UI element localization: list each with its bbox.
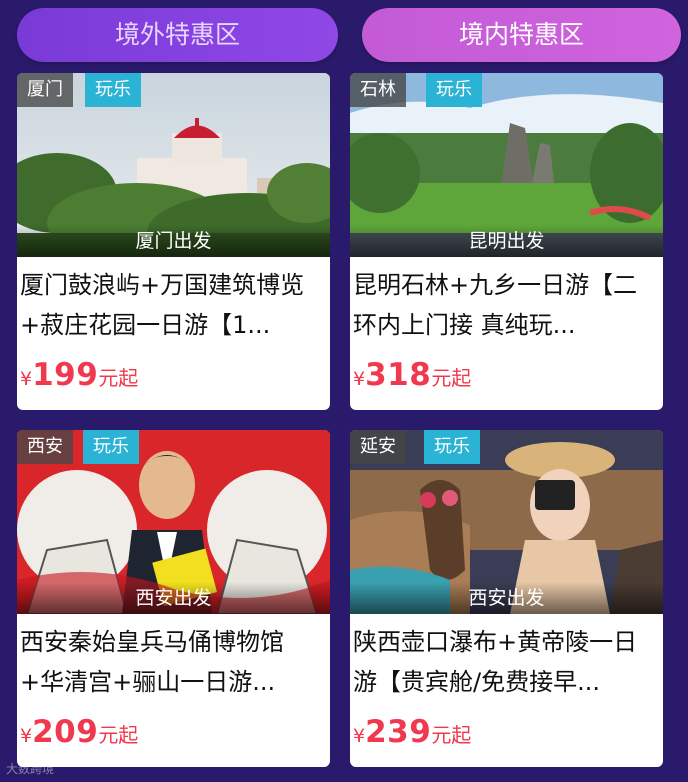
- watermark: 大数跨境: [6, 762, 55, 776]
- city-tag: 西安: [17, 430, 73, 464]
- product-card-xiamen[interactable]: 厦门 玩乐 厦门出发 厦门鼓浪屿+万国建筑博览+菽庄花园一日游【1... ¥19…: [17, 73, 330, 410]
- city-tag: 延安: [350, 430, 406, 464]
- tab-overseas-deals[interactable]: 境外特惠区: [17, 8, 338, 62]
- tab-domestic-deals[interactable]: 境内特惠区: [362, 8, 681, 62]
- product-image: 石林 玩乐 昆明出发: [350, 73, 663, 257]
- departure-label: 厦门出发: [17, 225, 330, 257]
- product-card-xian[interactable]: 西安 玩乐 西安出发 西安秦始皇兵马俑博物馆+华清宫+骊山一日游... ¥209…: [17, 430, 330, 767]
- region-tabs: 境外特惠区 境内特惠区: [0, 0, 688, 72]
- price-value: 209: [32, 714, 99, 750]
- product-price: ¥239元起: [353, 714, 471, 750]
- product-image: 延安 玩乐 西安出发: [350, 430, 663, 614]
- currency-symbol: ¥: [20, 368, 33, 390]
- price-suffix: 元起: [98, 723, 139, 747]
- category-tag: 玩乐: [83, 430, 139, 464]
- category-tag: 玩乐: [424, 430, 480, 464]
- product-price: ¥318元起: [353, 357, 471, 393]
- price-value: 239: [365, 714, 432, 750]
- product-image: 厦门 玩乐 厦门出发: [17, 73, 330, 257]
- product-price: ¥199元起: [20, 357, 138, 393]
- product-title: 陕西壶口瀑布+黄帝陵一日游【贵宾舱/免费接早...: [353, 628, 638, 696]
- price-value: 199: [32, 357, 99, 393]
- product-card-shilin[interactable]: 石林 玩乐 昆明出发 昆明石林+九乡一日游【二环内上门接 真纯玩... ¥318…: [350, 73, 663, 410]
- product-card-yanan[interactable]: 延安 玩乐 西安出发 陕西壶口瀑布+黄帝陵一日游【贵宾舱/免费接早... ¥23…: [350, 430, 663, 767]
- price-value: 318: [365, 357, 432, 393]
- departure-label: 西安出发: [17, 582, 330, 614]
- price-suffix: 元起: [98, 366, 139, 390]
- price-suffix: 元起: [431, 366, 472, 390]
- currency-symbol: ¥: [353, 368, 366, 390]
- product-title: 西安秦始皇兵马俑博物馆+华清宫+骊山一日游...: [20, 628, 284, 696]
- product-title: 厦门鼓浪屿+万国建筑博览+菽庄花园一日游【1...: [20, 271, 305, 339]
- city-tag: 厦门: [17, 73, 73, 107]
- product-image: 西安 玩乐 西安出发: [17, 430, 330, 614]
- departure-label: 西安出发: [350, 582, 663, 614]
- city-tag: 石林: [350, 73, 406, 107]
- category-tag: 玩乐: [426, 73, 482, 107]
- departure-label: 昆明出发: [350, 225, 663, 257]
- product-price: ¥209元起: [20, 714, 138, 750]
- currency-symbol: ¥: [353, 725, 366, 747]
- category-tag: 玩乐: [85, 73, 141, 107]
- price-suffix: 元起: [431, 723, 472, 747]
- currency-symbol: ¥: [20, 725, 33, 747]
- product-title: 昆明石林+九乡一日游【二环内上门接 真纯玩...: [353, 271, 638, 339]
